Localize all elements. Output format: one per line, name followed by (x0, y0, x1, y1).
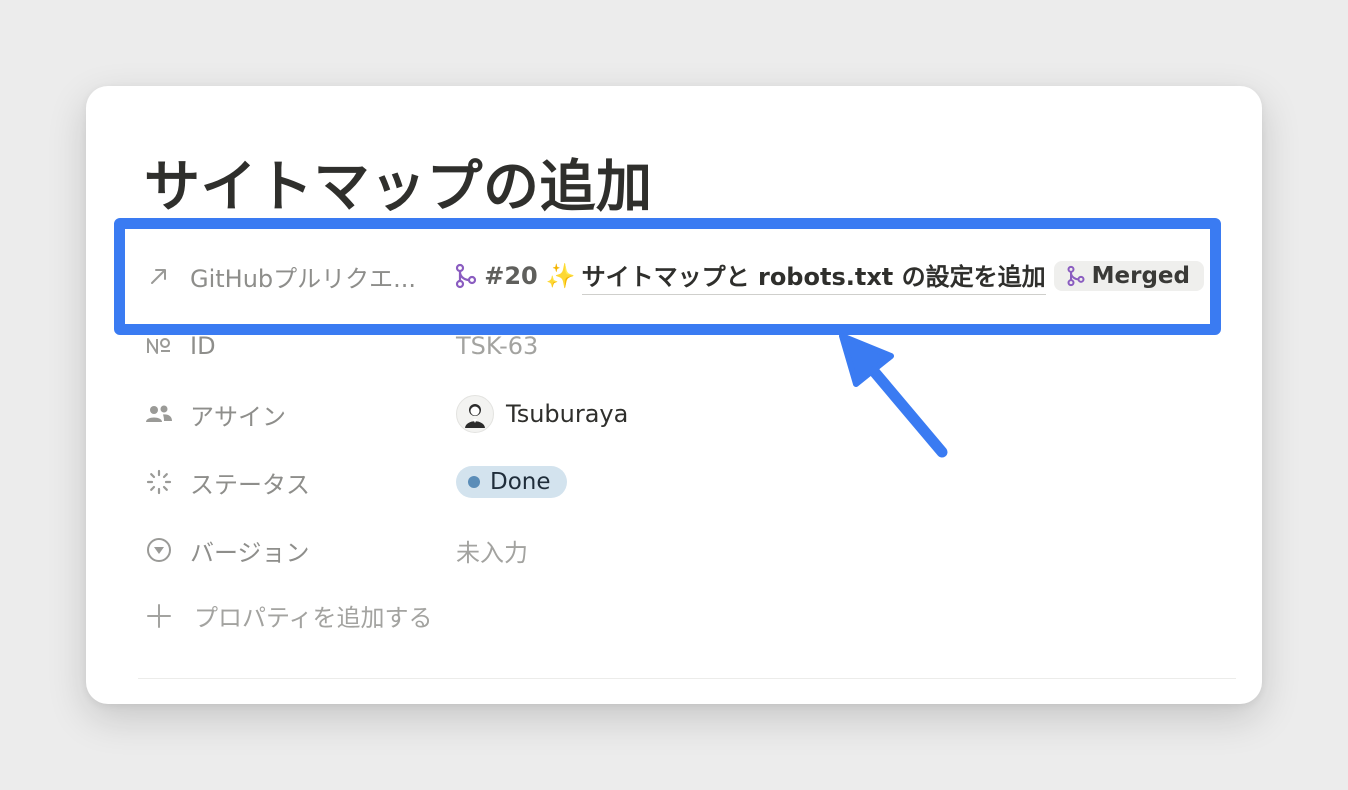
add-property-button[interactable]: プロパティを追加する (144, 598, 433, 633)
version-empty-value[interactable]: 未入力 (456, 533, 528, 568)
property-label-status: ステータス (190, 470, 310, 499)
id-value: TSK-63 (456, 332, 539, 360)
property-key-version[interactable]: バージョン (144, 533, 456, 568)
git-merge-icon (1066, 265, 1086, 287)
property-row-assignee[interactable]: アサイン Tsuburaya (144, 394, 1204, 434)
property-label-version: バージョン (190, 538, 310, 567)
pr-title-link[interactable]: サイトマップと robots.txt の設定を追加 (581, 257, 1046, 295)
property-row-id[interactable]: ID TSK-63 (144, 326, 1204, 366)
screenshot-stage: サイトマップの追加 GitHubプルリクエ... #20 ✨ サイトマップと r… (0, 0, 1348, 790)
assignee-name: Tsuburaya (506, 400, 629, 428)
assignee-value[interactable]: Tsuburaya (456, 395, 628, 433)
page-properties-card: サイトマップの追加 GitHubプルリクエ... #20 ✨ サイトマップと r… (86, 86, 1262, 704)
merged-label: Merged (1091, 263, 1190, 289)
plus-icon (144, 603, 174, 629)
divider (138, 678, 1236, 679)
github-pr-value[interactable]: #20 ✨ サイトマップと robots.txt の設定を追加 Merged (454, 257, 1204, 295)
property-label-github-pr: GitHubプルリクエ... (190, 264, 417, 293)
sparkles-icon: ✨ (545, 262, 576, 290)
property-label-assignee: アサイン (190, 402, 286, 431)
property-key-github-pr[interactable]: GitHubプルリクエ... (144, 259, 454, 294)
add-property-label: プロパティを追加する (194, 604, 433, 632)
status-value: Done (490, 469, 551, 495)
arrow-up-right-icon (144, 261, 174, 291)
pr-number: #20 (484, 262, 538, 290)
property-row-github-pr[interactable]: GitHubプルリクエ... #20 ✨ サイトマップと robots.txt … (144, 256, 1204, 296)
status-dot (468, 476, 480, 488)
numero-icon (144, 331, 174, 361)
people-icon (144, 399, 174, 429)
status-spinner-icon (144, 467, 174, 497)
page-title[interactable]: サイトマップの追加 (144, 142, 653, 223)
property-key-assignee[interactable]: アサイン (144, 397, 456, 432)
property-label-id: ID (190, 332, 216, 360)
property-row-version[interactable]: バージョン 未入力 (144, 530, 1204, 570)
status-badge-done[interactable]: Done (456, 466, 567, 498)
property-row-status[interactable]: ステータス Done (144, 462, 1204, 502)
select-circle-icon (144, 535, 174, 565)
avatar (456, 395, 494, 433)
merged-status-badge: Merged (1053, 261, 1204, 291)
property-key-status[interactable]: ステータス (144, 465, 456, 500)
property-key-id[interactable]: ID (144, 331, 456, 361)
git-merge-icon (454, 263, 478, 289)
